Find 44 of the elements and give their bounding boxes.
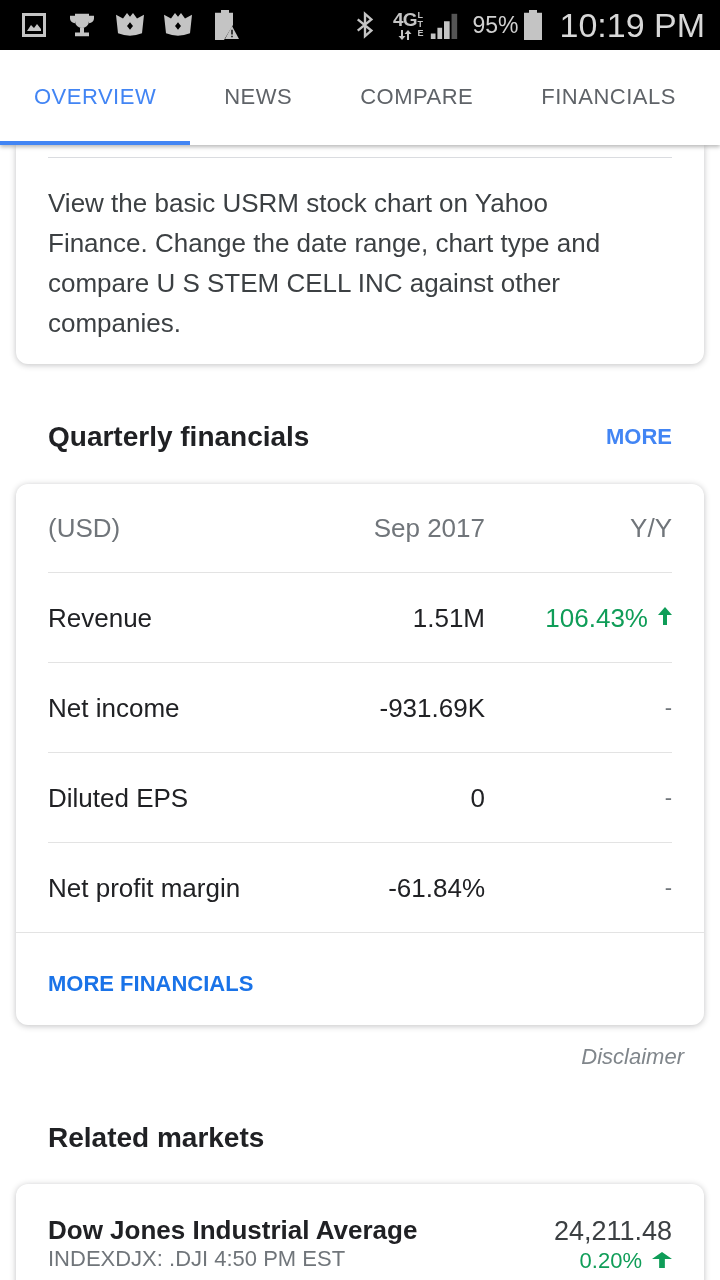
- change-value: -: [664, 873, 672, 902]
- row-label: Diluted EPS: [48, 781, 189, 814]
- battery-warning-icon: [212, 10, 240, 40]
- section-title: Related markets: [48, 1121, 265, 1155]
- crown-icon: [114, 12, 146, 38]
- network-subtype: LTE: [417, 10, 423, 38]
- column-header: Y/Y: [630, 512, 672, 544]
- column-header: (USD): [48, 512, 121, 544]
- table-cell: 0: [470, 781, 485, 814]
- arrow-up-icon: [658, 606, 672, 625]
- column-header: Sep 2017: [373, 512, 485, 544]
- tab[interactable]: NEWS: [190, 50, 327, 145]
- row-label: Revenue: [48, 601, 153, 634]
- tab[interactable]: COMPARE: [326, 50, 508, 145]
- battery-percent: 95%: [472, 11, 519, 39]
- tab[interactable]: FINANCIALS: [507, 50, 710, 145]
- market-change: 0.20%: [579, 1248, 642, 1274]
- market-detail: INDEXDJX: .DJI 4:50 PM EST: [48, 1246, 347, 1272]
- trophy-icon: [68, 12, 96, 38]
- crown-icon: [162, 12, 194, 38]
- row-label: Net income: [48, 691, 180, 724]
- data-arrows-icon: [396, 29, 413, 40]
- section-title: Quarterly financials: [48, 420, 310, 454]
- picture-icon: [22, 13, 46, 37]
- change-value: -: [664, 693, 672, 722]
- row-label: Net profit margin: [48, 871, 241, 904]
- network-type: 4G: [393, 10, 417, 29]
- table-cell: 1.51M: [412, 601, 485, 634]
- market-price: 24,211.48: [553, 1215, 672, 1248]
- more-financials-link[interactable]: MORE FINANCIALS: [48, 971, 254, 997]
- bluetooth-icon: [355, 11, 376, 39]
- change-value: 106.43%: [545, 601, 648, 634]
- market-card[interactable]: Dow Jones Industrial Average INDEXDJX: .DJI 4:50 PM EST 24,211.48 0.20%: [16, 1184, 704, 1280]
- more-link[interactable]: MORE: [606, 424, 672, 450]
- clock-time: 10:19 PM: [559, 5, 705, 45]
- table-cell: -61.84%: [388, 871, 485, 904]
- market-name: Dow Jones Industrial Average: [48, 1214, 418, 1246]
- tab[interactable]: OVERVIEW: [0, 50, 191, 145]
- table-cell: -931.69K: [379, 691, 485, 724]
- change-value: -: [664, 783, 672, 812]
- battery-icon: [524, 10, 543, 40]
- disclaimer-link[interactable]: Disclaimer: [581, 1044, 684, 1070]
- description-text: View the basic USRM stock chart on Yahoo Finance. Change the date range, chart type and compare U S STEM CELL INC against other companies.: [48, 187, 602, 340]
- arrow-up-icon: [652, 1252, 672, 1268]
